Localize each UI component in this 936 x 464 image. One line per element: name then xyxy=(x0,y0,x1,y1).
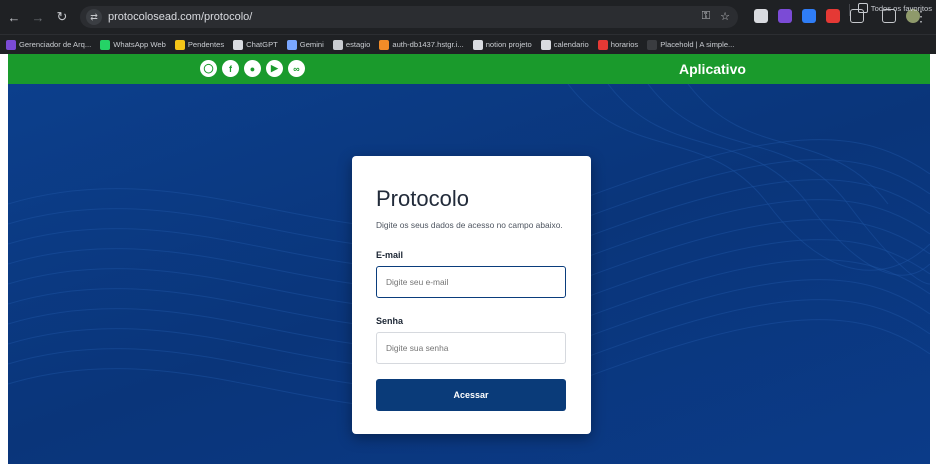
page-margin xyxy=(0,54,8,464)
bookmark-favicon-icon xyxy=(286,39,297,50)
bookmark-star-icon[interactable]: ☆ xyxy=(720,10,730,23)
folder-icon xyxy=(857,3,868,13)
bookmark-favicon-icon xyxy=(100,39,111,50)
bookmark-label: auth-db1437.hstgr.i... xyxy=(392,40,464,49)
browser-toolbar: ← → ↻ ⇄ protocolosead.com/protocolo/ ⚿ ☆… xyxy=(0,0,936,34)
bookmark-label: Gerenciador de Arq... xyxy=(19,40,92,49)
email-field[interactable] xyxy=(376,266,566,298)
bookmark-item[interactable]: WhatsApp Web xyxy=(100,39,166,50)
bookmark-favicon-icon xyxy=(472,39,483,50)
youtube-icon[interactable]: ▶ xyxy=(266,60,283,77)
aplicativo-link[interactable]: Aplicativo xyxy=(679,61,746,77)
login-card: Protocolo Digite os seus dados de acesso… xyxy=(352,156,591,434)
bookmark-item[interactable]: Gerenciador de Arq... xyxy=(6,39,92,50)
bookmark-label: Pendentes xyxy=(187,40,225,49)
facebook-icon[interactable]: f xyxy=(222,60,239,77)
forward-icon[interactable]: → xyxy=(28,7,48,27)
all-bookmarks-label: Todos os favoritos xyxy=(870,3,932,13)
address-bar[interactable]: ⇄ protocolosead.com/protocolo/ ⚿ ☆ xyxy=(80,6,738,28)
bookmark-label: Placehold | A simple... xyxy=(660,40,735,49)
bookmark-favicon-icon xyxy=(6,39,16,50)
site-info-icon[interactable]: ⇄ xyxy=(86,9,102,25)
bookmark-label: notion projeto xyxy=(485,40,532,49)
site-header: ◯ f ● ▶ ∞ Aplicativo xyxy=(8,54,930,84)
back-icon[interactable]: ← xyxy=(4,7,24,27)
bookmark-item[interactable]: estagio xyxy=(332,39,371,50)
extension-icon[interactable] xyxy=(802,9,816,23)
bookmark-item[interactable]: Placehold | A simple... xyxy=(647,39,735,50)
extension-icon[interactable] xyxy=(826,9,840,23)
bookmark-favicon-icon xyxy=(332,39,343,50)
social-links: ◯ f ● ▶ ∞ xyxy=(200,60,305,77)
bookmark-favicon-icon xyxy=(379,39,390,50)
bookmarks-bar: Gerenciador de Arq... WhatsApp Web Pendent… xyxy=(0,34,936,54)
bookmark-label: calendario xyxy=(553,40,589,49)
all-bookmarks-folder[interactable]: Todos os favoritos xyxy=(857,3,932,13)
url-text: protocolosead.com/protocolo/ xyxy=(108,11,253,23)
submit-button[interactable]: Acessar xyxy=(376,379,566,411)
bookmark-favicon-icon xyxy=(174,39,185,50)
email-label: E-mail xyxy=(376,250,404,260)
bookmark-favicon-icon xyxy=(597,39,608,50)
bookmark-favicon-icon xyxy=(647,39,658,50)
password-label: Senha xyxy=(376,316,404,326)
bookmarks-separator xyxy=(849,4,850,16)
bookmark-item[interactable]: Pendentes xyxy=(174,39,225,50)
bookmark-label: horarios xyxy=(610,40,639,49)
bookmark-label: estagio xyxy=(345,40,371,49)
link-icon[interactable]: ∞ xyxy=(288,60,305,77)
extension-icon[interactable] xyxy=(778,9,792,23)
twitter-icon[interactable]: ● xyxy=(244,60,261,77)
bookmark-item[interactable]: auth-db1437.hstgr.i... xyxy=(379,39,464,50)
extension-icon[interactable] xyxy=(754,9,768,23)
key-icon[interactable]: ⚿ xyxy=(702,10,710,23)
bookmark-label: ChatGPT xyxy=(246,40,278,49)
password-field[interactable] xyxy=(376,332,566,364)
bookmark-item[interactable]: Gemini xyxy=(286,39,324,50)
bookmark-item[interactable]: calendario xyxy=(540,39,589,50)
login-title: Protocolo xyxy=(376,186,469,211)
bookmark-label: Gemini xyxy=(299,40,324,49)
bookmark-label: WhatsApp Web xyxy=(113,40,166,49)
bookmark-item[interactable]: ChatGPT xyxy=(233,39,278,50)
bookmark-favicon-icon xyxy=(540,39,551,50)
instagram-icon[interactable]: ◯ xyxy=(200,60,217,77)
reload-icon[interactable]: ↻ xyxy=(52,7,72,27)
bookmark-item[interactable]: notion projeto xyxy=(472,39,532,50)
scrollbar[interactable] xyxy=(930,54,936,464)
login-subtitle: Digite os seus dados de acesso no campo … xyxy=(376,220,563,230)
bookmark-favicon-icon xyxy=(233,39,244,50)
bookmark-item[interactable]: horarios xyxy=(597,39,639,50)
